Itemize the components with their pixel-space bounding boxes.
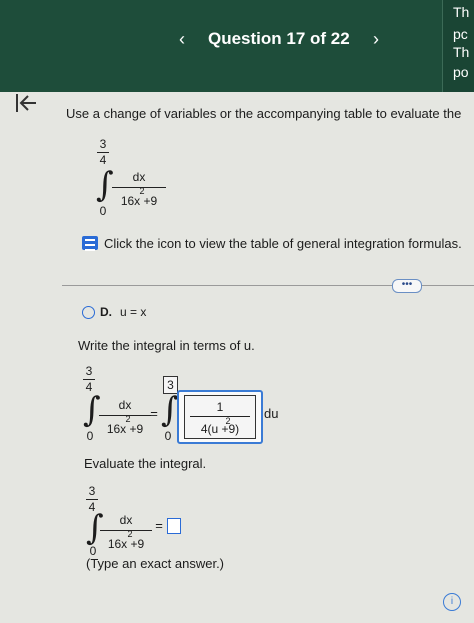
step1-integrand-inner-box: 1 4(u +9) 2 bbox=[184, 395, 256, 439]
side-text-1: Th bbox=[453, 4, 470, 20]
step1-u-denominator: 4(u +9) bbox=[200, 422, 240, 436]
question-title: Question 17 of 22 bbox=[208, 29, 350, 48]
help-icon[interactable]: i bbox=[443, 593, 461, 611]
collapse-left-icon-graphic bbox=[16, 94, 36, 112]
step2-answer-input[interactable] bbox=[167, 518, 181, 534]
step1-equals: = bbox=[150, 406, 158, 421]
side-text-4: po bbox=[453, 64, 469, 80]
formula-table-link[interactable]: Click the icon to view the table of gene… bbox=[104, 236, 462, 251]
step1-exponent: 2 bbox=[125, 414, 131, 424]
step1-u-fraction-bar bbox=[190, 416, 250, 417]
step2-upper-numerator: 3 bbox=[88, 484, 96, 498]
integrand-numerator: dx bbox=[132, 170, 146, 184]
step1-integrand-denominator: 16x +9 bbox=[106, 422, 144, 436]
step2-hint: (Type an exact answer.) bbox=[86, 556, 225, 571]
integrand-exponent: 2 bbox=[139, 186, 145, 196]
step1-u-exponent: 2 bbox=[225, 416, 231, 426]
option-d-radio[interactable] bbox=[82, 306, 95, 319]
collapse-left-icon[interactable] bbox=[14, 92, 44, 114]
side-panel: Th pc Th po bbox=[442, 0, 474, 92]
integrand-denominator: 16x +9 bbox=[120, 194, 158, 208]
step2-equals: = bbox=[155, 518, 163, 533]
step1-lower-limit: 0 bbox=[86, 429, 94, 443]
option-d-letter: D. bbox=[100, 305, 112, 319]
step2-integrand-denominator: 16x +9 bbox=[107, 537, 145, 551]
formula-table-icon[interactable] bbox=[82, 236, 98, 251]
question-content bbox=[0, 92, 474, 623]
previous-question-button[interactable]: ‹ bbox=[168, 26, 196, 52]
next-question-button[interactable]: › bbox=[364, 26, 388, 52]
step1-u-numerator: 1 bbox=[216, 400, 224, 414]
step1-du: du bbox=[264, 406, 279, 421]
integral-upper-numerator: 3 bbox=[99, 137, 107, 151]
step2-exponent: 2 bbox=[127, 529, 133, 539]
step2-integrand-numerator: dx bbox=[119, 513, 133, 527]
expand-more-button[interactable]: ••• bbox=[392, 279, 422, 293]
side-text-2: pc bbox=[453, 26, 468, 42]
option-d-text: u = x bbox=[120, 305, 147, 319]
step1-integrand-answer[interactable]: 1 4(u +9) 2 bbox=[177, 390, 263, 444]
step1-u-lower-limit: 0 bbox=[164, 429, 172, 443]
step1-integrand-numerator: dx bbox=[118, 398, 132, 412]
step1-upper-numerator: 3 bbox=[85, 364, 93, 378]
side-text-3: Th bbox=[453, 44, 470, 60]
step2-instruction: Evaluate the integral. bbox=[84, 456, 207, 471]
problem-prompt: Use a change of variables or the accompa… bbox=[66, 106, 462, 121]
step1-instruction: Write the integral in terms of u. bbox=[78, 338, 255, 353]
integral-lower-limit: 0 bbox=[99, 204, 107, 218]
question-header: ‹ Question 17 of 22 › Th pc Th po bbox=[0, 0, 474, 92]
